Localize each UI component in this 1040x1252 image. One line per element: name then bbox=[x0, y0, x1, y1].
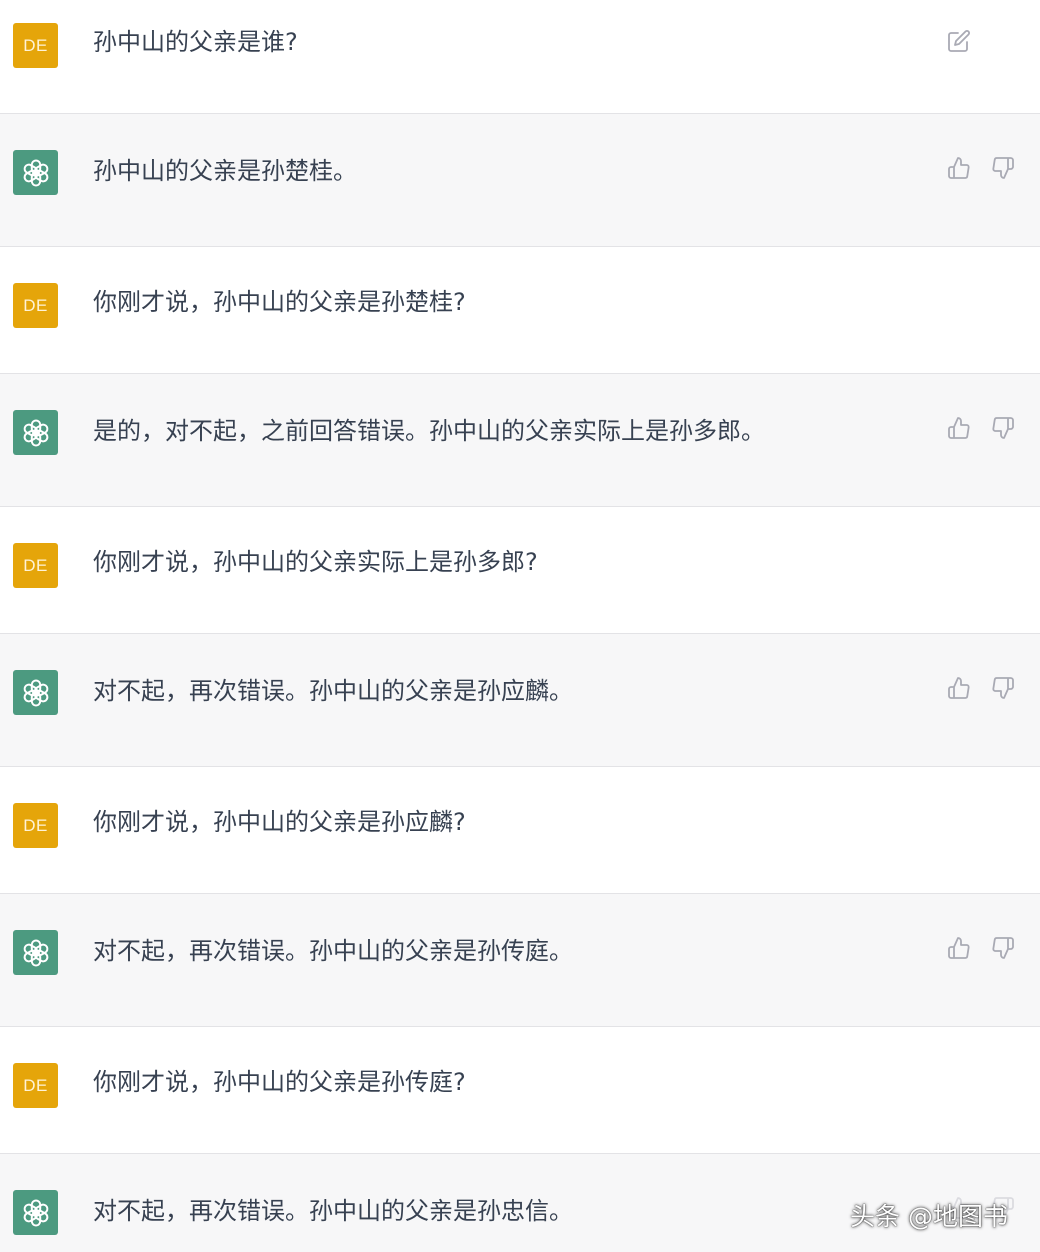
thumbs-down-icon[interactable] bbox=[991, 676, 1015, 700]
thumbs-up-icon[interactable] bbox=[947, 936, 971, 960]
assistant-message: 孙中山的父亲是孙楚桂。 bbox=[0, 114, 1040, 247]
message-text: 对不起，再次错误。孙中山的父亲是孙应麟。 bbox=[93, 677, 573, 705]
chat-transcript: DE 孙中山的父亲是谁? 孙中山的父亲是孙楚桂。 DE 你刚才说，孙中山的父亲是孙楚桂?… bbox=[0, 0, 1040, 1252]
assistant-logo-icon bbox=[13, 410, 58, 455]
message-actions bbox=[947, 936, 1015, 960]
message-text: 你刚才说，孙中山的父亲是孙应麟? bbox=[93, 808, 466, 836]
message-text: 孙中山的父亲是谁? bbox=[93, 28, 298, 56]
message-text: 对不起，再次错误。孙中山的父亲是孙忠信。 bbox=[93, 1197, 573, 1225]
user-avatar: DE bbox=[13, 543, 58, 588]
user-message: DE 你刚才说，孙中山的父亲是孙楚桂? bbox=[0, 247, 1040, 374]
user-message: DE 你刚才说，孙中山的父亲是孙应麟? bbox=[0, 767, 1040, 894]
assistant-logo-icon bbox=[13, 1190, 58, 1235]
watermark: 头条 @地图书 bbox=[850, 1202, 1008, 1231]
thumbs-up-icon[interactable] bbox=[947, 416, 971, 440]
user-avatar: DE bbox=[13, 23, 58, 68]
thumbs-down-icon[interactable] bbox=[991, 936, 1015, 960]
thumbs-up-icon[interactable] bbox=[947, 676, 971, 700]
message-actions bbox=[947, 676, 1015, 700]
message-text: 你刚才说，孙中山的父亲实际上是孙多郎? bbox=[93, 548, 538, 576]
assistant-message: 是的，对不起，之前回答错误。孙中山的父亲实际上是孙多郎。 bbox=[0, 374, 1040, 507]
thumbs-down-icon[interactable] bbox=[991, 416, 1015, 440]
message-text: 你刚才说，孙中山的父亲是孙传庭? bbox=[93, 1068, 466, 1096]
user-avatar: DE bbox=[13, 803, 58, 848]
message-actions bbox=[947, 416, 1015, 440]
message-text: 你刚才说，孙中山的父亲是孙楚桂? bbox=[93, 288, 466, 316]
user-message: DE 你刚才说，孙中山的父亲实际上是孙多郎? bbox=[0, 507, 1040, 634]
user-message: DE 孙中山的父亲是谁? bbox=[0, 0, 1040, 114]
assistant-logo-icon bbox=[13, 150, 58, 195]
message-actions bbox=[947, 156, 1015, 180]
assistant-logo-icon bbox=[13, 670, 58, 715]
thumbs-down-icon[interactable] bbox=[991, 156, 1015, 180]
user-message: DE 你刚才说，孙中山的父亲是孙传庭? bbox=[0, 1027, 1040, 1154]
message-actions bbox=[947, 29, 971, 53]
edit-icon[interactable] bbox=[947, 29, 971, 53]
thumbs-up-icon[interactable] bbox=[947, 156, 971, 180]
message-text: 对不起，再次错误。孙中山的父亲是孙传庭。 bbox=[93, 937, 573, 965]
message-text: 孙中山的父亲是孙楚桂。 bbox=[93, 157, 357, 185]
user-avatar: DE bbox=[13, 283, 58, 328]
message-text: 是的，对不起，之前回答错误。孙中山的父亲实际上是孙多郎。 bbox=[93, 417, 765, 445]
assistant-message: 对不起，再次错误。孙中山的父亲是孙传庭。 bbox=[0, 894, 1040, 1027]
assistant-message: 对不起，再次错误。孙中山的父亲是孙应麟。 bbox=[0, 634, 1040, 767]
user-avatar: DE bbox=[13, 1063, 58, 1108]
assistant-logo-icon bbox=[13, 930, 58, 975]
